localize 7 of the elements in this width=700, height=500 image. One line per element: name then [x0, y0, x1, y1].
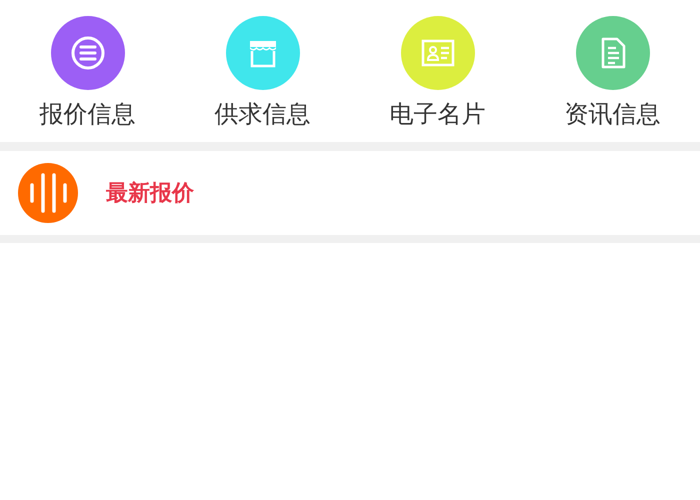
shortcut-label[interactable]: 资讯信息: [564, 98, 660, 130]
section-title: 最新报价: [106, 180, 194, 208]
sound-wave-icon: [18, 163, 78, 223]
shortcut-label[interactable]: 供求信息: [214, 98, 310, 130]
shortcut-label[interactable]: 报价信息: [40, 98, 136, 130]
list-icon: [70, 35, 106, 71]
shortcut-label[interactable]: 电子名片: [390, 98, 486, 130]
